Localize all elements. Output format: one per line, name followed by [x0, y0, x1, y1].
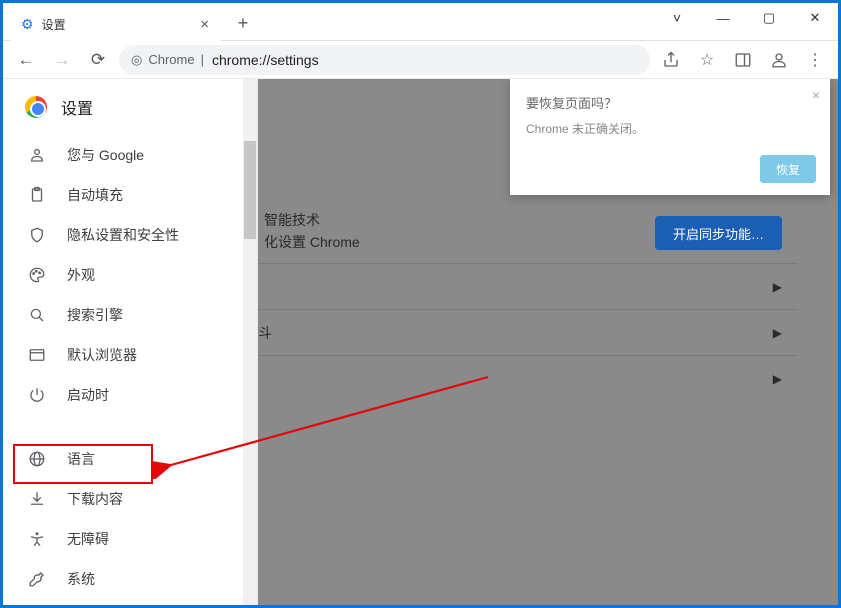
sidebar-item-label: 语言: [67, 449, 95, 469]
sidebar-item-system[interactable]: 系统: [3, 559, 257, 599]
download-icon: [27, 490, 47, 508]
sidebar-item-label: 启动时: [67, 385, 109, 405]
sidebar-item-label: 搜索引擎: [67, 305, 123, 325]
sidebar-item-label: 无障碍: [67, 529, 109, 549]
toolbar: ← → ⟳ ◎ Chrome | chrome://settings ☆ ⋮: [3, 41, 838, 79]
profile-icon[interactable]: [764, 45, 794, 75]
sync-button[interactable]: 开启同步功能…: [655, 216, 782, 250]
gear-icon: ⚙: [21, 16, 34, 33]
globe-icon: [27, 450, 47, 468]
sidebar-item-label: 您与 Google: [67, 145, 144, 165]
sidebar-item-label: 下载内容: [67, 489, 123, 509]
titlebar: ⚙ 设置 × + ˅ — ▢ ✕: [3, 3, 838, 41]
sidebar-item-accessibility[interactable]: 无障碍: [3, 519, 257, 559]
scrollbar-track[interactable]: [243, 79, 257, 605]
window-controls: ˅ — ▢ ✕: [654, 3, 838, 33]
scrollbar-thumb[interactable]: [244, 141, 256, 239]
panel-icon[interactable]: [728, 45, 758, 75]
wrench-icon: [27, 570, 47, 588]
chevron-right-icon: ▶: [773, 326, 782, 340]
sidebar-item-privacy[interactable]: 隐私设置和安全性: [3, 215, 257, 255]
secure-label: Chrome: [148, 52, 194, 67]
sidebar-item-autofill[interactable]: 自动填充: [3, 175, 257, 215]
chevron-right-icon: ▶: [773, 280, 782, 294]
shield-icon: [27, 226, 47, 244]
restore-button[interactable]: 恢复: [760, 155, 816, 183]
url-text: chrome://settings: [212, 52, 319, 68]
content: 设置 您与 Google 自动填充 隐私设置和安全性 外观 搜索引擎: [3, 79, 838, 605]
chrome-logo-icon: [25, 96, 47, 118]
back-button[interactable]: ←: [11, 45, 41, 75]
window: ⚙ 设置 × + ˅ — ▢ ✕ ← → ⟳ ◎ Chrome | chrome…: [3, 3, 838, 605]
sidebar-item-search[interactable]: 搜索引擎: [3, 295, 257, 335]
sidebar-item-startup[interactable]: 启动时: [3, 375, 257, 415]
sidebar: 设置 您与 Google 自动填充 隐私设置和安全性 外观 搜索引擎: [3, 79, 258, 605]
restore-toast: × 要恢复页面吗？ Chrome 未正确关闭。 恢复: [510, 79, 830, 195]
omnibox[interactable]: ◎ Chrome | chrome://settings: [119, 45, 650, 75]
bookmark-icon[interactable]: ☆: [692, 45, 722, 75]
toast-close-icon[interactable]: ×: [812, 87, 820, 103]
sidebar-item-languages[interactable]: 语言: [3, 439, 257, 479]
person-icon: [27, 146, 47, 164]
sidebar-item-appearance[interactable]: 外观: [3, 255, 257, 295]
menu-icon[interactable]: ⋮: [800, 45, 830, 75]
minimize-button[interactable]: —: [700, 3, 746, 33]
divider: |: [201, 52, 204, 67]
close-button[interactable]: ✕: [792, 3, 838, 33]
sidebar-item-label: 默认浏览器: [67, 345, 137, 365]
power-icon: [27, 386, 47, 404]
browser-tab[interactable]: ⚙ 设置 ×: [11, 7, 221, 41]
toast-line2: Chrome 未正确关闭。: [526, 120, 814, 137]
search-icon: [27, 306, 47, 324]
sidebar-header: 设置: [3, 79, 257, 135]
settings-row[interactable]: ▶: [258, 263, 798, 309]
main-panel: 智能技术 化设置 Chrome 开启同步功能… ▶ 斗▶ ▶ × 要恢复页面吗？…: [258, 79, 838, 605]
sync-row: 开启同步功能…: [258, 203, 798, 263]
chevron-right-icon: ▶: [773, 372, 782, 386]
settings-row[interactable]: ▶: [258, 355, 798, 401]
sidebar-item-downloads[interactable]: 下载内容: [3, 479, 257, 519]
row-label: 斗: [258, 323, 272, 343]
share-icon[interactable]: [656, 45, 686, 75]
accessibility-icon: [27, 530, 47, 548]
forward-button[interactable]: →: [47, 45, 77, 75]
settings-row[interactable]: 斗▶: [258, 309, 798, 355]
caret-down-icon[interactable]: ˅: [654, 3, 700, 33]
sidebar-item-label: 外观: [67, 265, 95, 285]
sidebar-item-you-and-google[interactable]: 您与 Google: [3, 135, 257, 175]
palette-icon: [27, 266, 47, 284]
sidebar-item-default-browser[interactable]: 默认浏览器: [3, 335, 257, 375]
sidebar-title: 设置: [61, 95, 93, 119]
sidebar-item-label: 自动填充: [67, 185, 123, 205]
sidebar-item-label: 隐私设置和安全性: [67, 225, 179, 245]
browser-icon: [27, 346, 47, 364]
clipboard-icon: [27, 186, 47, 204]
new-tab-button[interactable]: +: [229, 9, 257, 37]
maximize-button[interactable]: ▢: [746, 3, 792, 33]
toast-line1: 要恢复页面吗？: [526, 93, 814, 112]
chrome-badge-icon: ◎: [131, 52, 142, 68]
tab-close-icon[interactable]: ×: [198, 14, 211, 35]
reload-button[interactable]: ⟳: [83, 45, 113, 75]
tab-title: 设置: [42, 16, 66, 33]
sidebar-item-label: 系统: [67, 569, 95, 589]
